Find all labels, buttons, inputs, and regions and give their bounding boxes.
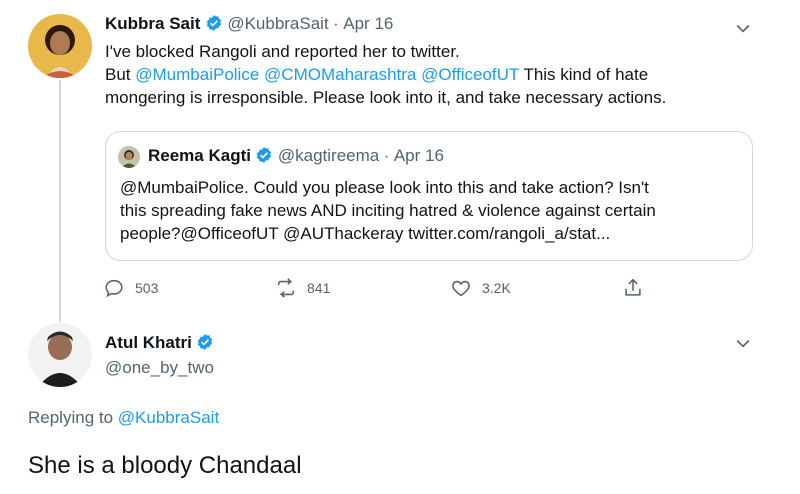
- quote-line2: this spreading fake news AND inciting ha…: [120, 201, 656, 220]
- tweet1-header: Kubbra Sait @KubbraSait · Apr 16: [105, 14, 393, 34]
- tweet2-author-name[interactable]: Atul Khatri: [105, 333, 192, 352]
- mention-officeofut[interactable]: @OfficeofUT: [421, 65, 519, 84]
- reply-icon: [105, 279, 123, 298]
- quote-author-name: Reema Kagti: [148, 146, 251, 165]
- replying-to-label: Replying to: [28, 408, 114, 427]
- heart-icon: [452, 280, 470, 297]
- verified-badge-icon: [198, 334, 213, 350]
- replying-to-line: Replying to @KubbraSait: [28, 408, 219, 428]
- tweet1-line2-prefix: But: [105, 65, 131, 84]
- kubbra-avatar[interactable]: [28, 14, 92, 78]
- quote-line1: @MumbaiPolice. Could you please look int…: [120, 178, 649, 197]
- quote-header: Reema Kagti @kagtireema · Apr 16: [148, 146, 444, 166]
- chevron-down-icon[interactable]: [733, 18, 753, 38]
- retweet-action[interactable]: 841: [275, 277, 330, 299]
- retweet-count: 841: [307, 280, 331, 296]
- verified-badge-icon: [206, 15, 221, 31]
- thread-connector-line: [59, 80, 61, 322]
- mention-cmomaharashtra[interactable]: @CMOMaharashtra: [264, 65, 416, 84]
- atul-avatar[interactable]: [28, 323, 92, 387]
- like-action[interactable]: 3.2K: [450, 277, 511, 299]
- tweet1-date[interactable]: Apr 16: [343, 14, 393, 33]
- replying-to-mention[interactable]: @KubbraSait: [118, 408, 219, 427]
- reply-action[interactable]: 503: [103, 277, 158, 299]
- tweet1-line1: I've blocked Rangoli and reported her to…: [105, 42, 460, 61]
- tweet2-body: She is a bloody Chandaal: [28, 452, 302, 479]
- tweet1-separator: ·: [333, 14, 339, 33]
- quote-date: Apr 16: [393, 146, 444, 165]
- retweet-icon: [277, 278, 295, 298]
- tweet2-author-handle[interactable]: @one_by_two: [105, 358, 214, 378]
- share-icon: [625, 278, 641, 296]
- share-action[interactable]: [622, 277, 644, 299]
- quote-separator: ·: [383, 146, 390, 165]
- tweet2-header: Atul Khatri: [105, 333, 214, 353]
- reply-count: 503: [135, 280, 159, 296]
- quote-author-handle: @kagtireema: [277, 146, 380, 165]
- reema-avatar: [118, 146, 140, 168]
- like-count: 3.2K: [482, 280, 511, 296]
- quote-line3: people?@OfficeofUT @AUThackeray twitter.…: [120, 224, 611, 243]
- tweet1-author-handle[interactable]: @KubbraSait: [227, 14, 328, 33]
- mention-mumbaipolice[interactable]: @MumbaiPolice: [135, 65, 259, 84]
- tweet1-line2-suffix: This kind of hate: [523, 65, 649, 84]
- tweet1-author-name[interactable]: Kubbra Sait: [105, 14, 200, 33]
- verified-badge-icon: [257, 147, 272, 163]
- chevron-down-icon[interactable]: [733, 333, 753, 353]
- tweet1-line3: mongering is irresponsible. Please look …: [105, 88, 667, 107]
- tweet1-body: I've blocked Rangoli and reported her to…: [105, 40, 765, 109]
- quoted-tweet-card[interactable]: Reema Kagti @kagtireema · Apr 16 @Mumbai…: [105, 131, 753, 261]
- quote-body: @MumbaiPolice. Could you please look int…: [120, 176, 750, 245]
